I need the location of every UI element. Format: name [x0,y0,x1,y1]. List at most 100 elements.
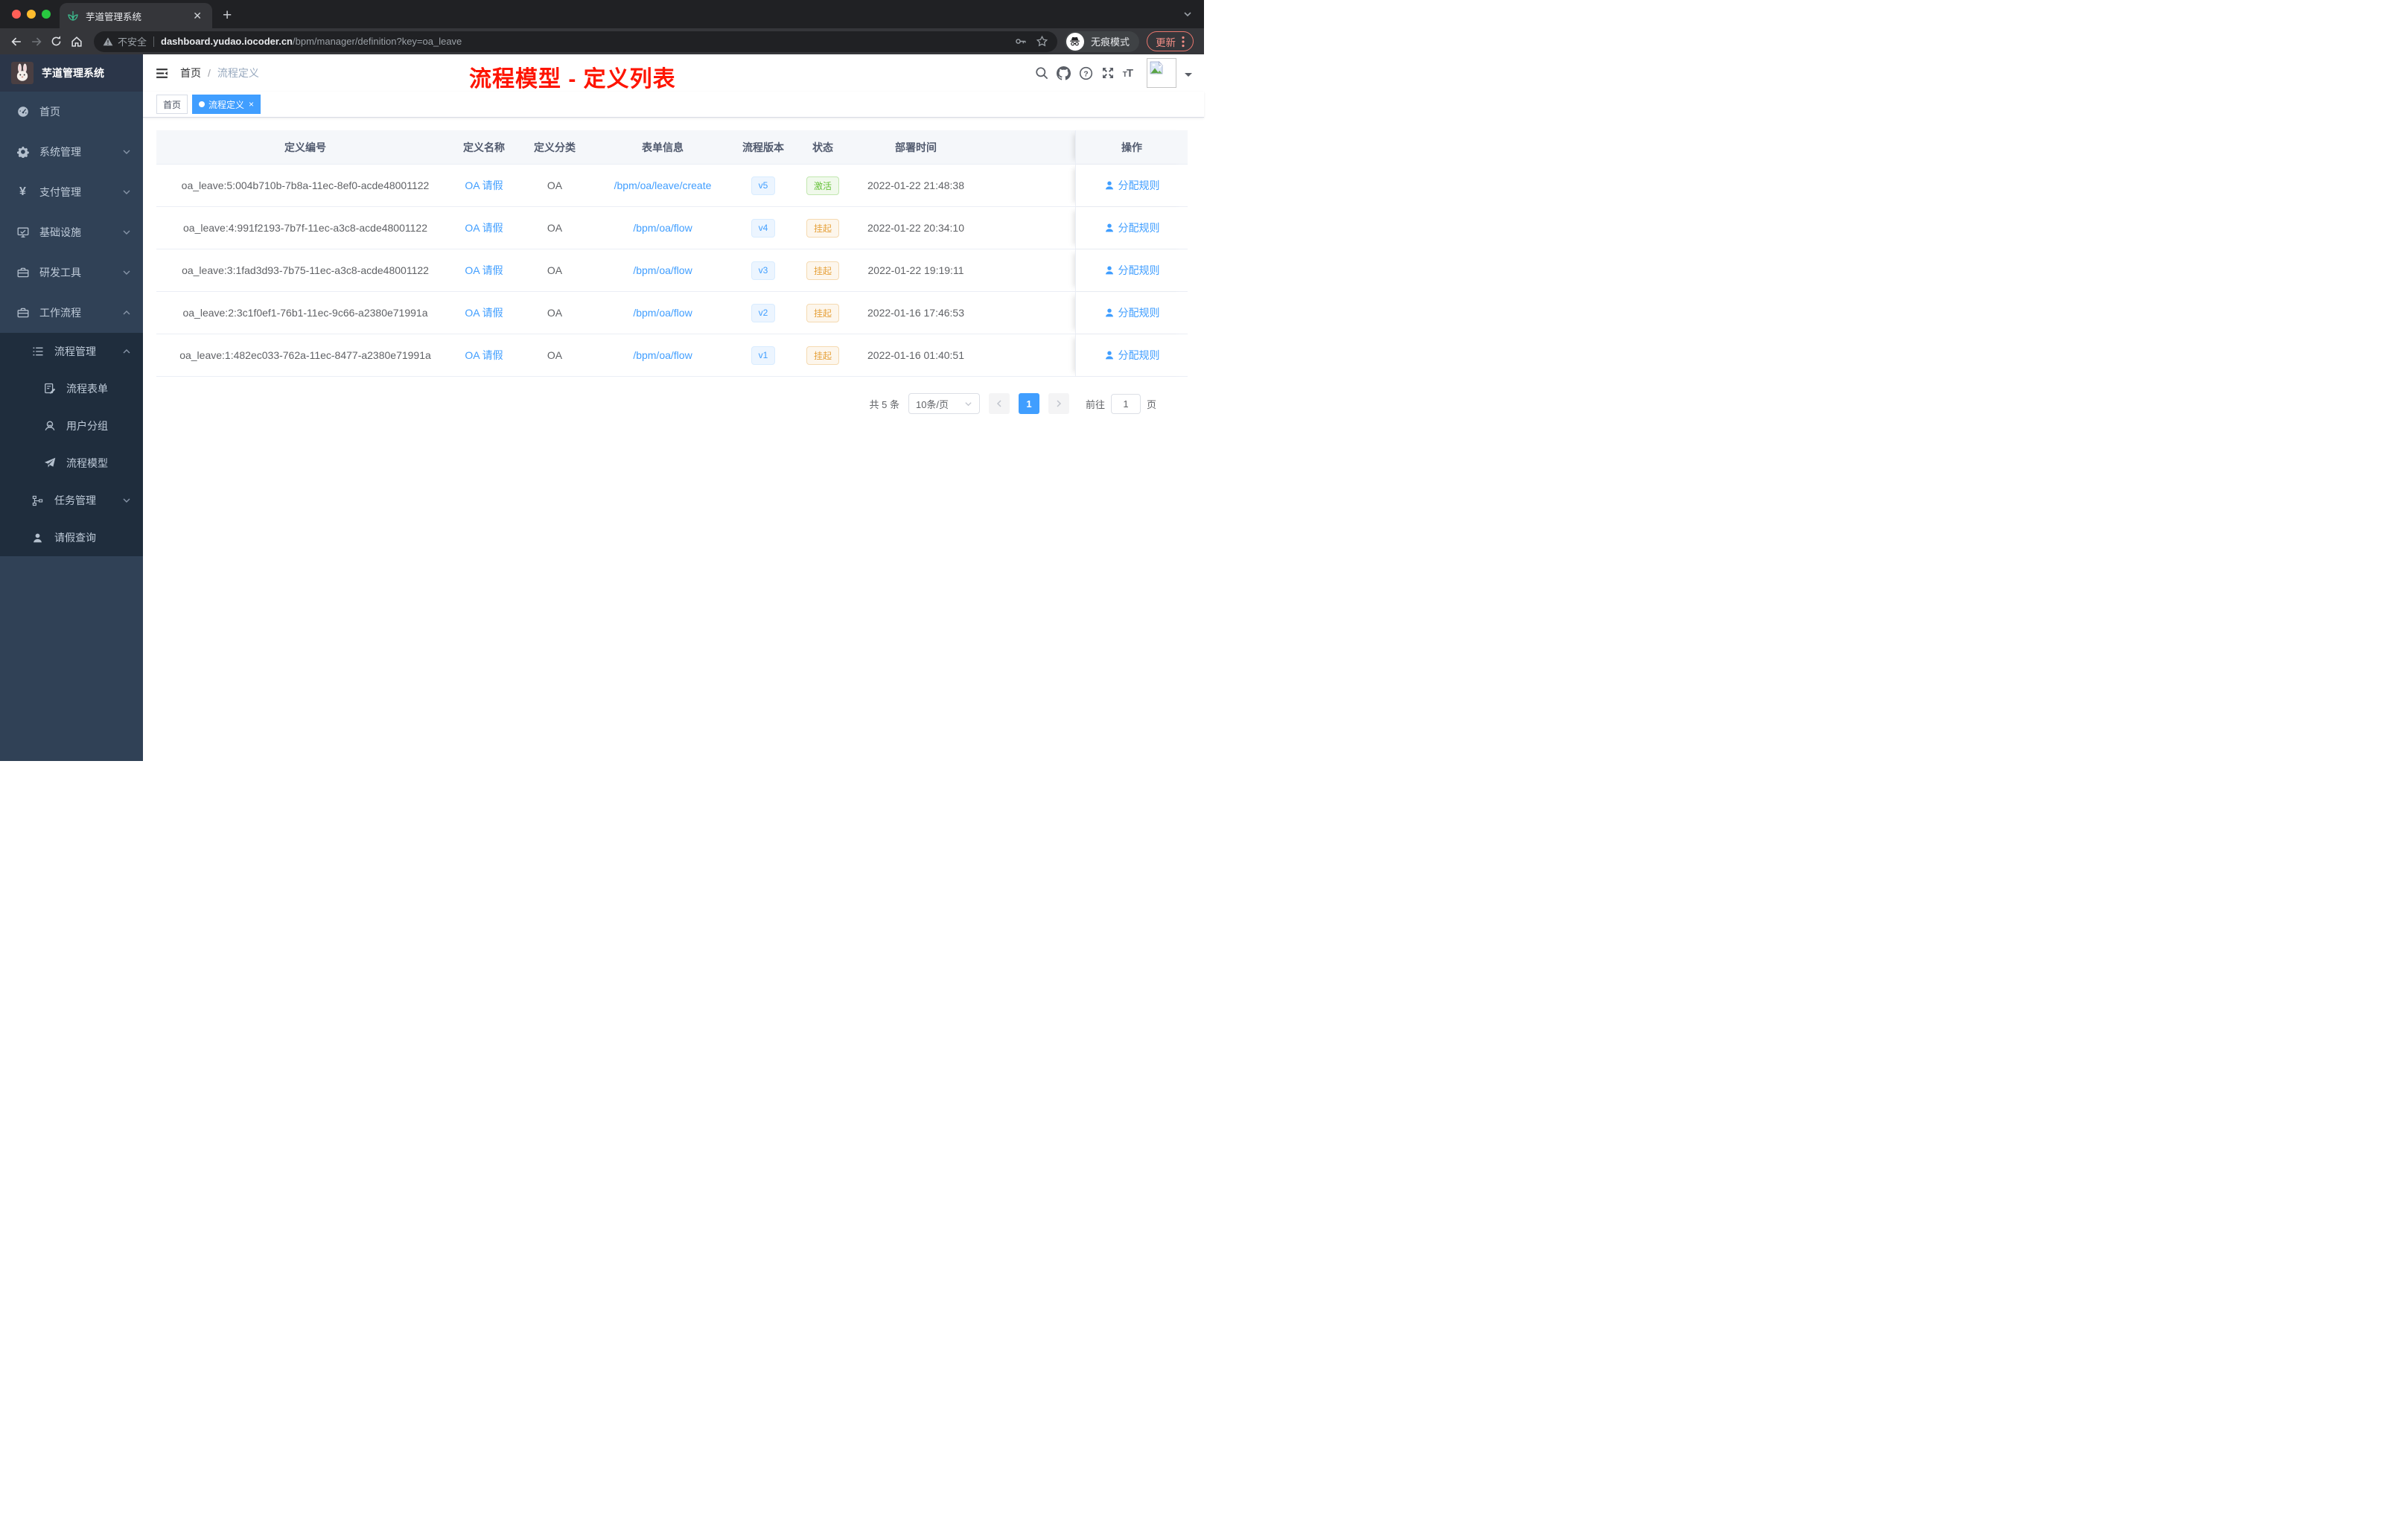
definition-name-link[interactable]: OA 请假 [465,220,503,235]
sidebar-item-label: 基础设施 [39,226,81,238]
sidebar-item-process-management[interactable]: 流程管理 [0,333,143,370]
assign-rule-label: 分配规则 [1118,179,1160,191]
person-icon [31,532,44,544]
table-row: oa_leave:5:004b710b-7b8a-11ec-8ef0-acde4… [156,165,1188,207]
new-tab-button[interactable]: + [223,7,232,25]
assign-rule-button[interactable]: 分配规则 [1104,220,1160,235]
fullscreen-icon[interactable] [1101,66,1115,80]
url-host: dashboard.yudao.iocoder.cn [161,36,293,47]
chevron-up-icon [122,347,131,356]
chevron-down-icon [122,188,131,197]
sidebar-menu: 首页 系统管理 ¥ 支付管理 基础设施 研发工具 工作流程 流程管理 流程表单 … [0,92,143,556]
chevron-down-icon [122,228,131,237]
definition-category: OA [547,179,563,191]
sidebar-item-workflow[interactable]: 工作流程 [0,293,143,333]
goto-page-input[interactable] [1110,393,1141,414]
version-badge: v2 [751,303,776,322]
assign-rule-button[interactable]: 分配规则 [1104,178,1160,193]
sidebar-item-process-form[interactable]: 流程表单 [0,370,143,407]
home-icon[interactable] [66,31,86,51]
minimize-window-button[interactable] [27,10,36,19]
definition-name-link[interactable]: OA 请假 [465,305,503,320]
form-link[interactable]: /bpm/oa/flow [633,307,692,319]
yen-icon: ¥ [19,185,26,198]
sidebar-item-label: 流程模型 [66,457,108,469]
sidebar-item-home[interactable]: 首页 [0,92,143,132]
breadcrumb: 首页 / 流程定义 [180,66,259,80]
definition-name-link[interactable]: OA 请假 [465,348,503,363]
url-path: /bpm/manager/definition?key=oa_leave [293,36,462,47]
form-link[interactable]: /bpm/oa/leave/create [614,179,712,191]
assign-rule-button[interactable]: 分配规则 [1104,263,1160,278]
user-avatar[interactable] [1147,58,1176,88]
prev-page-button[interactable] [988,393,1010,414]
page-content: 定义编号 定义名称 定义分类 表单信息 流程版本 状态 部署时间 操作 oa_l… [143,118,1204,414]
sidebar-item-system[interactable]: 系统管理 [0,132,143,172]
deploy-time: 2022-01-22 21:48:38 [867,179,964,191]
page-size-value: 10条/页 [915,398,949,410]
app-logo-avatar [11,62,34,84]
sidebar-item-process-model[interactable]: 流程模型 [0,445,143,482]
current-page-button[interactable]: 1 [1018,393,1039,414]
incognito-badge: 无痕模式 [1064,31,1139,52]
column-header-id: 定义编号 [284,141,326,153]
bookmark-star-icon[interactable] [1036,35,1048,48]
sidebar-item-user-group[interactable]: 用户分组 [0,407,143,445]
column-header-form: 表单信息 [642,141,684,153]
update-button[interactable]: 更新 [1147,31,1194,51]
security-warning-icon[interactable] [103,36,113,47]
sidebar-item-payment[interactable]: ¥ 支付管理 [0,172,143,212]
avatar-caret-icon[interactable] [1185,73,1192,80]
app-logo-row: 芋道管理系统 [0,54,143,92]
tag-close-icon[interactable]: × [249,100,254,109]
assign-rule-button[interactable]: 分配规则 [1104,348,1160,363]
sidebar-item-dev-tools[interactable]: 研发工具 [0,252,143,293]
github-icon[interactable] [1056,66,1071,80]
close-window-button[interactable] [12,10,21,19]
sidebar: 芋道管理系统 首页 系统管理 ¥ 支付管理 基础设施 研发工具 工作流程 流程管… [0,54,143,761]
sidebar-item-label: 支付管理 [39,186,81,198]
sidebar-item-task-management[interactable]: 任务管理 [0,482,143,519]
url-bar[interactable]: 不安全 dashboard.yudao.iocoder.cn/bpm/manag… [94,31,1057,52]
reload-icon[interactable] [46,31,66,51]
tab-search-chevron-icon[interactable] [1183,9,1192,22]
security-label[interactable]: 不安全 [118,34,147,48]
forward-icon[interactable] [26,31,46,51]
sidebar-item-label: 任务管理 [54,494,96,506]
form-link[interactable]: /bpm/oa/flow [633,349,692,361]
assign-rule-button[interactable]: 分配规则 [1104,305,1160,320]
sidebar-item-leave-query[interactable]: 请假查询 [0,519,143,556]
chevron-down-icon [122,268,131,277]
dashboard-icon [16,106,29,118]
maximize-window-button[interactable] [42,10,51,19]
form-link[interactable]: /bpm/oa/flow [633,264,692,276]
gear-icon [16,146,29,159]
next-page-button[interactable] [1048,393,1069,414]
search-icon[interactable] [1035,66,1048,80]
table-row: oa_leave:3:1fad3d93-7b75-11ec-a3c8-acde4… [156,249,1188,292]
sidebar-item-infrastructure[interactable]: 基础设施 [0,212,143,252]
chevron-up-icon [122,308,131,317]
definition-name-link[interactable]: OA 请假 [465,263,503,278]
sidebar-toggle-icon[interactable] [155,66,169,80]
table-row: oa_leave:2:3c1f0ef1-76b1-11ec-9c66-a2380… [156,292,1188,334]
definition-name-link[interactable]: OA 请假 [465,178,503,193]
tag-process-definition[interactable]: 流程定义 × [192,95,261,114]
help-question-icon[interactable]: ? [1079,66,1093,80]
paper-plane-icon [43,457,56,470]
browser-menu-kebab-icon[interactable] [1182,36,1185,48]
font-size-icon[interactable]: TT [1123,67,1133,80]
sidebar-item-label: 研发工具 [39,267,81,278]
window-controls[interactable] [12,10,51,19]
password-key-icon[interactable] [1014,35,1027,48]
form-link[interactable]: /bpm/oa/flow [633,222,692,234]
deploy-time: 2022-01-16 01:40:51 [867,349,964,361]
breadcrumb-home[interactable]: 首页 [180,66,201,80]
tag-home[interactable]: 首页 [156,95,188,114]
browser-tab[interactable]: 芋道管理系统 ✕ [60,3,212,28]
page-size-select[interactable]: 10条/页 [908,393,980,414]
back-icon[interactable] [6,31,26,51]
toolbox-icon [16,267,29,279]
tab-close-icon[interactable]: ✕ [190,10,205,22]
sidebar-item-label: 首页 [39,106,60,118]
